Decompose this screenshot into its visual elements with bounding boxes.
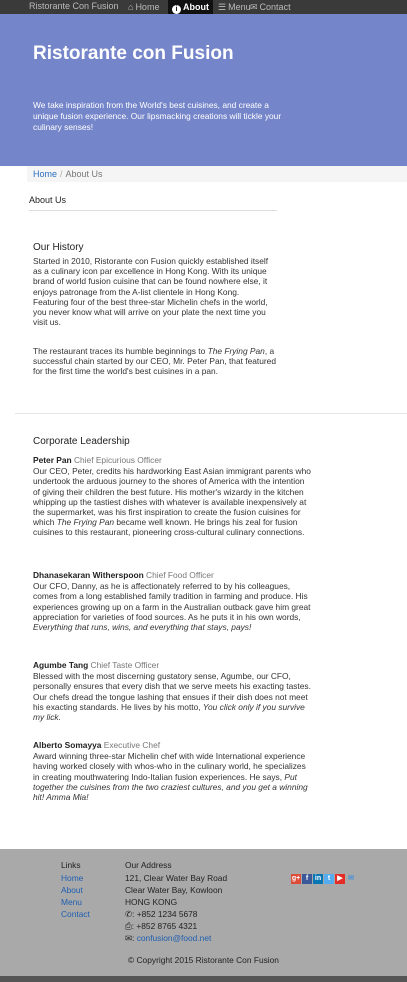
footer-link-home[interactable]: Home [61, 872, 90, 884]
leader-role: Chief Taste Officer [90, 660, 160, 670]
linkedin-icon[interactable]: in [313, 874, 323, 884]
nav-contact[interactable]: ✉ Contact [250, 1, 291, 14]
mail-icon[interactable]: ✉ [346, 874, 356, 884]
nav-home-label: Home [135, 2, 160, 12]
divider [29, 210, 277, 211]
leader-bio: Our CFO, Danny, as he is affectionately … [33, 581, 311, 633]
breadcrumb-home-link[interactable]: Home [33, 169, 57, 179]
envelope-icon: ✉ [250, 2, 258, 12]
history-paragraph-2: The restaurant traces its humble beginni… [33, 346, 276, 377]
youtube-icon[interactable]: ▶ [335, 874, 345, 884]
phone-row: ✆: +852 1234 5678 [125, 909, 198, 919]
footer-address: 121, Clear Water Bay Road Clear Water Ba… [125, 872, 227, 944]
leader-item: Alberto Somayya Executive Chef Award win… [33, 740, 311, 802]
info-icon: i [172, 5, 181, 14]
nav-about-label: About [183, 2, 209, 12]
leader-role: Chief Food Officer [146, 570, 214, 580]
hero-tagline: We take inspiration from the World's bes… [33, 100, 282, 132]
navbar-brand[interactable]: Ristorante Con Fusion [29, 1, 119, 11]
address-line: Clear Water Bay, Kowloon [125, 885, 223, 895]
section-divider [15, 413, 407, 414]
nav-home[interactable]: ⌂ Home [128, 1, 159, 14]
address-line: 121, Clear Water Bay Road [125, 873, 228, 883]
hero-title: Ristorante con Fusion [33, 43, 234, 64]
breadcrumb: Home / About Us [27, 166, 407, 182]
leader-item: Peter Pan Chief Epicurious Officer Our C… [33, 455, 311, 538]
fax-row: ⎙: +852 8765 4321 [125, 921, 198, 931]
footer-address-title: Our Address [125, 860, 172, 870]
envelope-icon: ✉ [125, 933, 133, 943]
fax-number: +852 8765 4321 [136, 921, 198, 931]
breadcrumb-separator: / [60, 169, 63, 179]
leader-name: Alberto Somayya [33, 740, 102, 750]
footer: Links Home About Menu Contact Our Addres… [0, 849, 407, 976]
bottom-bar [0, 976, 407, 982]
leader-name: Agumbe Tang [33, 660, 89, 670]
nav-contact-label: Contact [259, 2, 291, 12]
home-icon: ⌂ [128, 2, 134, 12]
twitter-icon[interactable]: t [324, 874, 334, 884]
list-icon: ☰ [218, 2, 227, 12]
leader-bio: Our CEO, Peter, credits his hardworking … [33, 466, 311, 538]
leader-role: Chief Epicurious Officer [73, 455, 162, 465]
nav-menu[interactable]: ☰ Menu [218, 1, 251, 14]
footer-links: Home About Menu Contact [61, 872, 90, 920]
leader-item: Agumbe Tang Chief Taste Officer Blessed … [33, 660, 311, 722]
email-link[interactable]: confusion@food.net [137, 933, 212, 943]
address-line: HONG KONG [125, 897, 178, 907]
copyright: © Copyright 2015 Ristorante Con Fusion [128, 955, 279, 965]
footer-link-menu[interactable]: Menu [61, 896, 90, 908]
fax-icon: ⎙ [125, 921, 132, 931]
leadership-heading: Corporate Leadership [33, 436, 130, 447]
page-title: About Us [29, 195, 67, 205]
history-heading: Our History [33, 242, 84, 253]
nav-menu-label: Menu [228, 2, 251, 12]
leader-name: Dhanasekaran Witherspoon [33, 570, 144, 580]
breadcrumb-current: About Us [65, 169, 103, 179]
footer-link-contact[interactable]: Contact [61, 908, 90, 920]
leader-role: Executive Chef [103, 740, 161, 750]
hero-jumbotron: Ristorante con Fusion We take inspiratio… [0, 14, 407, 166]
email-row: ✉: confusion@food.net [125, 933, 212, 943]
phone-number: +852 1234 5678 [136, 909, 198, 919]
top-navbar: Ristorante Con Fusion ⌂ Home i About ☰ Menu… [0, 0, 407, 14]
social-links: g+ f in t ▶ ✉ [291, 872, 357, 884]
facebook-icon[interactable]: f [302, 874, 312, 884]
leader-bio: Blessed with the most discerning gustato… [33, 671, 311, 723]
history-paragraph-1: Started in 2010, Ristorante con Fusion q… [33, 256, 269, 328]
phone-icon: ✆ [125, 909, 133, 919]
google-plus-icon[interactable]: g+ [291, 874, 301, 884]
leader-item: Dhanasekaran Witherspoon Chief Food Offi… [33, 570, 311, 632]
footer-link-about[interactable]: About [61, 884, 90, 896]
nav-about[interactable]: i About [168, 0, 213, 14]
leader-name: Peter Pan [33, 455, 72, 465]
footer-links-title: Links [61, 860, 81, 870]
leader-bio: Award winning three-star Michelin chef w… [33, 751, 308, 803]
